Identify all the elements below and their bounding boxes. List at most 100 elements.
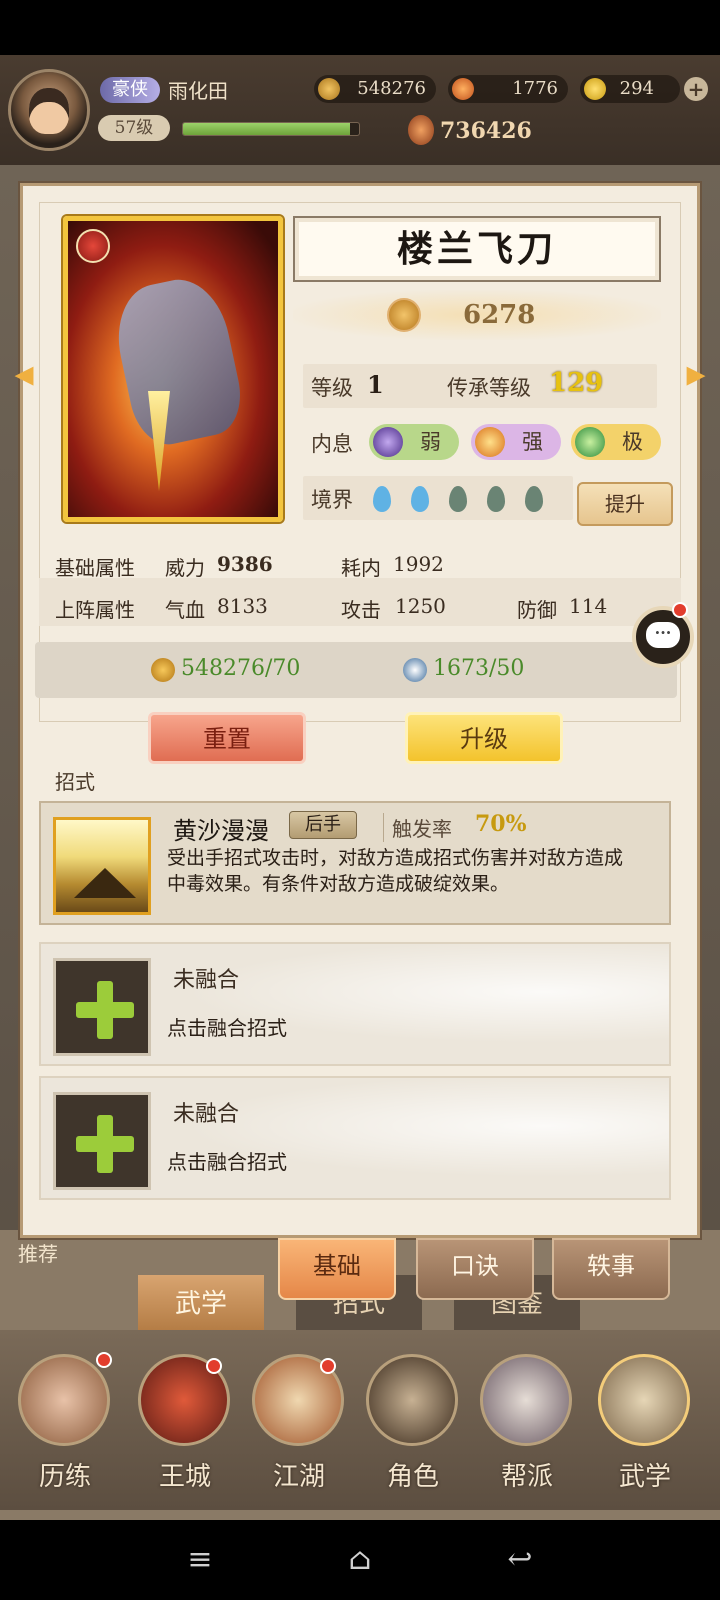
realm-drop-icon xyxy=(525,486,543,512)
nav-bangpai[interactable]: 帮派 xyxy=(472,1344,582,1492)
inner-pill-strong-label: 强 xyxy=(522,430,543,454)
chat-bubble-icon: ··· xyxy=(646,622,680,648)
player-name: 雨化田 xyxy=(168,79,228,103)
trigger-value: 70% xyxy=(475,811,527,837)
fusion-slot[interactable]: 未融合 点击融合招式 xyxy=(39,942,671,1066)
menu-icon[interactable]: ≡ xyxy=(180,1542,220,1578)
inner-pill-weak[interactable]: 弱 xyxy=(369,424,459,460)
cost-attr-value: 1992 xyxy=(393,552,444,576)
inner-row: 内息 弱 强 极 xyxy=(303,420,661,464)
inner-pill-weak-label: 弱 xyxy=(420,430,441,454)
xp-bar xyxy=(182,122,360,136)
sun-icon xyxy=(475,427,505,457)
combat-power: 736426 xyxy=(440,118,532,144)
notification-dot xyxy=(672,602,688,618)
nav-label: 帮派 xyxy=(500,1462,553,1492)
inner-pill-extreme[interactable]: 极 xyxy=(571,424,661,460)
back-icon[interactable]: ↩ xyxy=(500,1542,540,1578)
move-description: 受出手招式攻击时，对敌方造成招式伤害并对敌方造成中毒效果。有条件对敌方造成破绽效… xyxy=(167,847,624,895)
hp-value: 8133 xyxy=(217,594,268,618)
sand-dune-icon xyxy=(53,817,151,915)
bottom-nav: 历练 王城 江湖 角色 帮派 武学 xyxy=(0,1330,720,1510)
system-nav-bar: ≡ ⌂ ↩ xyxy=(0,1520,720,1600)
fusion-slot-title: 未融合 xyxy=(173,968,240,993)
subtab-basic[interactable]: 基础 xyxy=(278,1238,396,1300)
move-card[interactable]: 黄沙漫漫 后手 触发率 70% 受出手招式攻击时，对敌方造成招式伤害并对敌方造成… xyxy=(39,801,671,925)
coin-value: 548276 xyxy=(357,78,426,99)
next-arrow-icon[interactable]: ▸ xyxy=(676,353,716,393)
realm-upgrade-button[interactable]: 提升 xyxy=(577,482,673,526)
gold-counter: 294 xyxy=(580,75,680,103)
avatar-face xyxy=(29,88,69,134)
coin-counter: 548276 xyxy=(314,75,436,103)
item-cost: 1673/50 xyxy=(433,656,525,681)
lowtab-wuxue[interactable]: 武学 xyxy=(138,1275,264,1337)
skill-name: 楼兰飞刀 xyxy=(396,228,557,270)
inherit-label: 传承等级 xyxy=(447,376,531,400)
atk-value: 1250 xyxy=(395,594,446,618)
skill-name-banner: 楼兰飞刀 xyxy=(293,216,661,282)
upgrade-button[interactable]: 升级 xyxy=(405,712,563,764)
fusion-slot-hint: 点击融合招式 xyxy=(167,1016,287,1040)
nav-jianghu[interactable]: 江湖 xyxy=(244,1344,354,1492)
inner-pill-strong[interactable]: 强 xyxy=(471,424,561,460)
add-gold-button[interactable]: + xyxy=(684,77,708,101)
cost-attr-label: 耗内 xyxy=(341,556,381,580)
power-attr-label: 威力 xyxy=(165,556,205,580)
nav-wangcheng[interactable]: 王城 xyxy=(130,1344,240,1492)
title-badge: 豪侠 xyxy=(100,77,160,103)
nav-juese[interactable]: 角色 xyxy=(358,1344,468,1492)
subtab-anecdote[interactable]: 轶事 xyxy=(552,1238,670,1300)
skill-power: 6278 xyxy=(463,300,536,330)
dune-shape xyxy=(74,868,136,898)
training-icon xyxy=(18,1354,110,1446)
level-value: 1 xyxy=(367,370,384,399)
realm-drop-icon xyxy=(411,486,429,512)
hp-label: 气血 xyxy=(165,598,205,622)
skill-card-art xyxy=(63,216,283,522)
recommend-label: 推荐 xyxy=(18,1242,58,1266)
ninja-figure xyxy=(107,271,249,451)
fusion-slot[interactable]: 未融合 点击融合招式 xyxy=(39,1076,671,1200)
nav-label: 江湖 xyxy=(272,1462,325,1492)
chat-button[interactable]: ··· xyxy=(632,602,694,668)
jade-icon xyxy=(575,427,605,457)
gold-value: 294 xyxy=(619,78,654,99)
guild-icon xyxy=(480,1354,572,1446)
player-level: 57级 xyxy=(98,115,170,141)
weapon-emblem-icon xyxy=(76,229,110,263)
moves-section-title: 招式 xyxy=(55,770,95,794)
move-tag: 后手 xyxy=(289,811,357,839)
character-icon xyxy=(366,1354,458,1446)
realm-drop-icon xyxy=(373,486,391,512)
fusion-slot-hint: 点击融合招式 xyxy=(167,1150,287,1174)
skill-power-row: 6278 xyxy=(293,290,661,340)
realm-label: 境界 xyxy=(311,488,353,512)
base-attr-label: 基础属性 xyxy=(55,556,135,580)
energy-icon xyxy=(452,78,474,100)
battle-attr-label: 上阵属性 xyxy=(55,598,135,622)
reset-button[interactable]: 重置 xyxy=(148,712,306,764)
fusion-slot-title: 未融合 xyxy=(173,1102,240,1127)
skill-detail-panel: 楼兰飞刀 6278 等级 1 传承等级 129 内息 弱 强 极 境界 提升 基… xyxy=(20,183,700,1238)
prev-arrow-icon[interactable]: ◂ xyxy=(4,353,44,393)
plus-icon xyxy=(76,981,134,1039)
home-icon[interactable]: ⌂ xyxy=(340,1542,380,1578)
inherit-value: 129 xyxy=(549,368,604,398)
nav-label: 王城 xyxy=(158,1462,211,1492)
inner-pill-extreme-label: 极 xyxy=(622,430,643,454)
top-bar: 豪侠 雨化田 57级 548276 1776 294 + 736426 xyxy=(0,55,720,165)
nav-lilian[interactable]: 历练 xyxy=(10,1344,120,1492)
scroll-icon xyxy=(598,1354,690,1446)
def-value: 114 xyxy=(569,594,608,618)
upgrade-cost-bar: 548276/70 1673/50 xyxy=(35,642,677,698)
player-avatar[interactable] xyxy=(8,69,90,151)
energy-value: 1776 xyxy=(512,78,558,99)
nav-wuxue[interactable]: 武学 xyxy=(590,1344,700,1492)
subtab-formula[interactable]: 口诀 xyxy=(416,1238,534,1300)
notification-dot xyxy=(96,1352,112,1368)
sword-icon xyxy=(387,298,421,332)
fusion-slot-box xyxy=(53,1092,151,1190)
inner-label: 内息 xyxy=(311,432,353,456)
xp-fill xyxy=(183,123,351,135)
